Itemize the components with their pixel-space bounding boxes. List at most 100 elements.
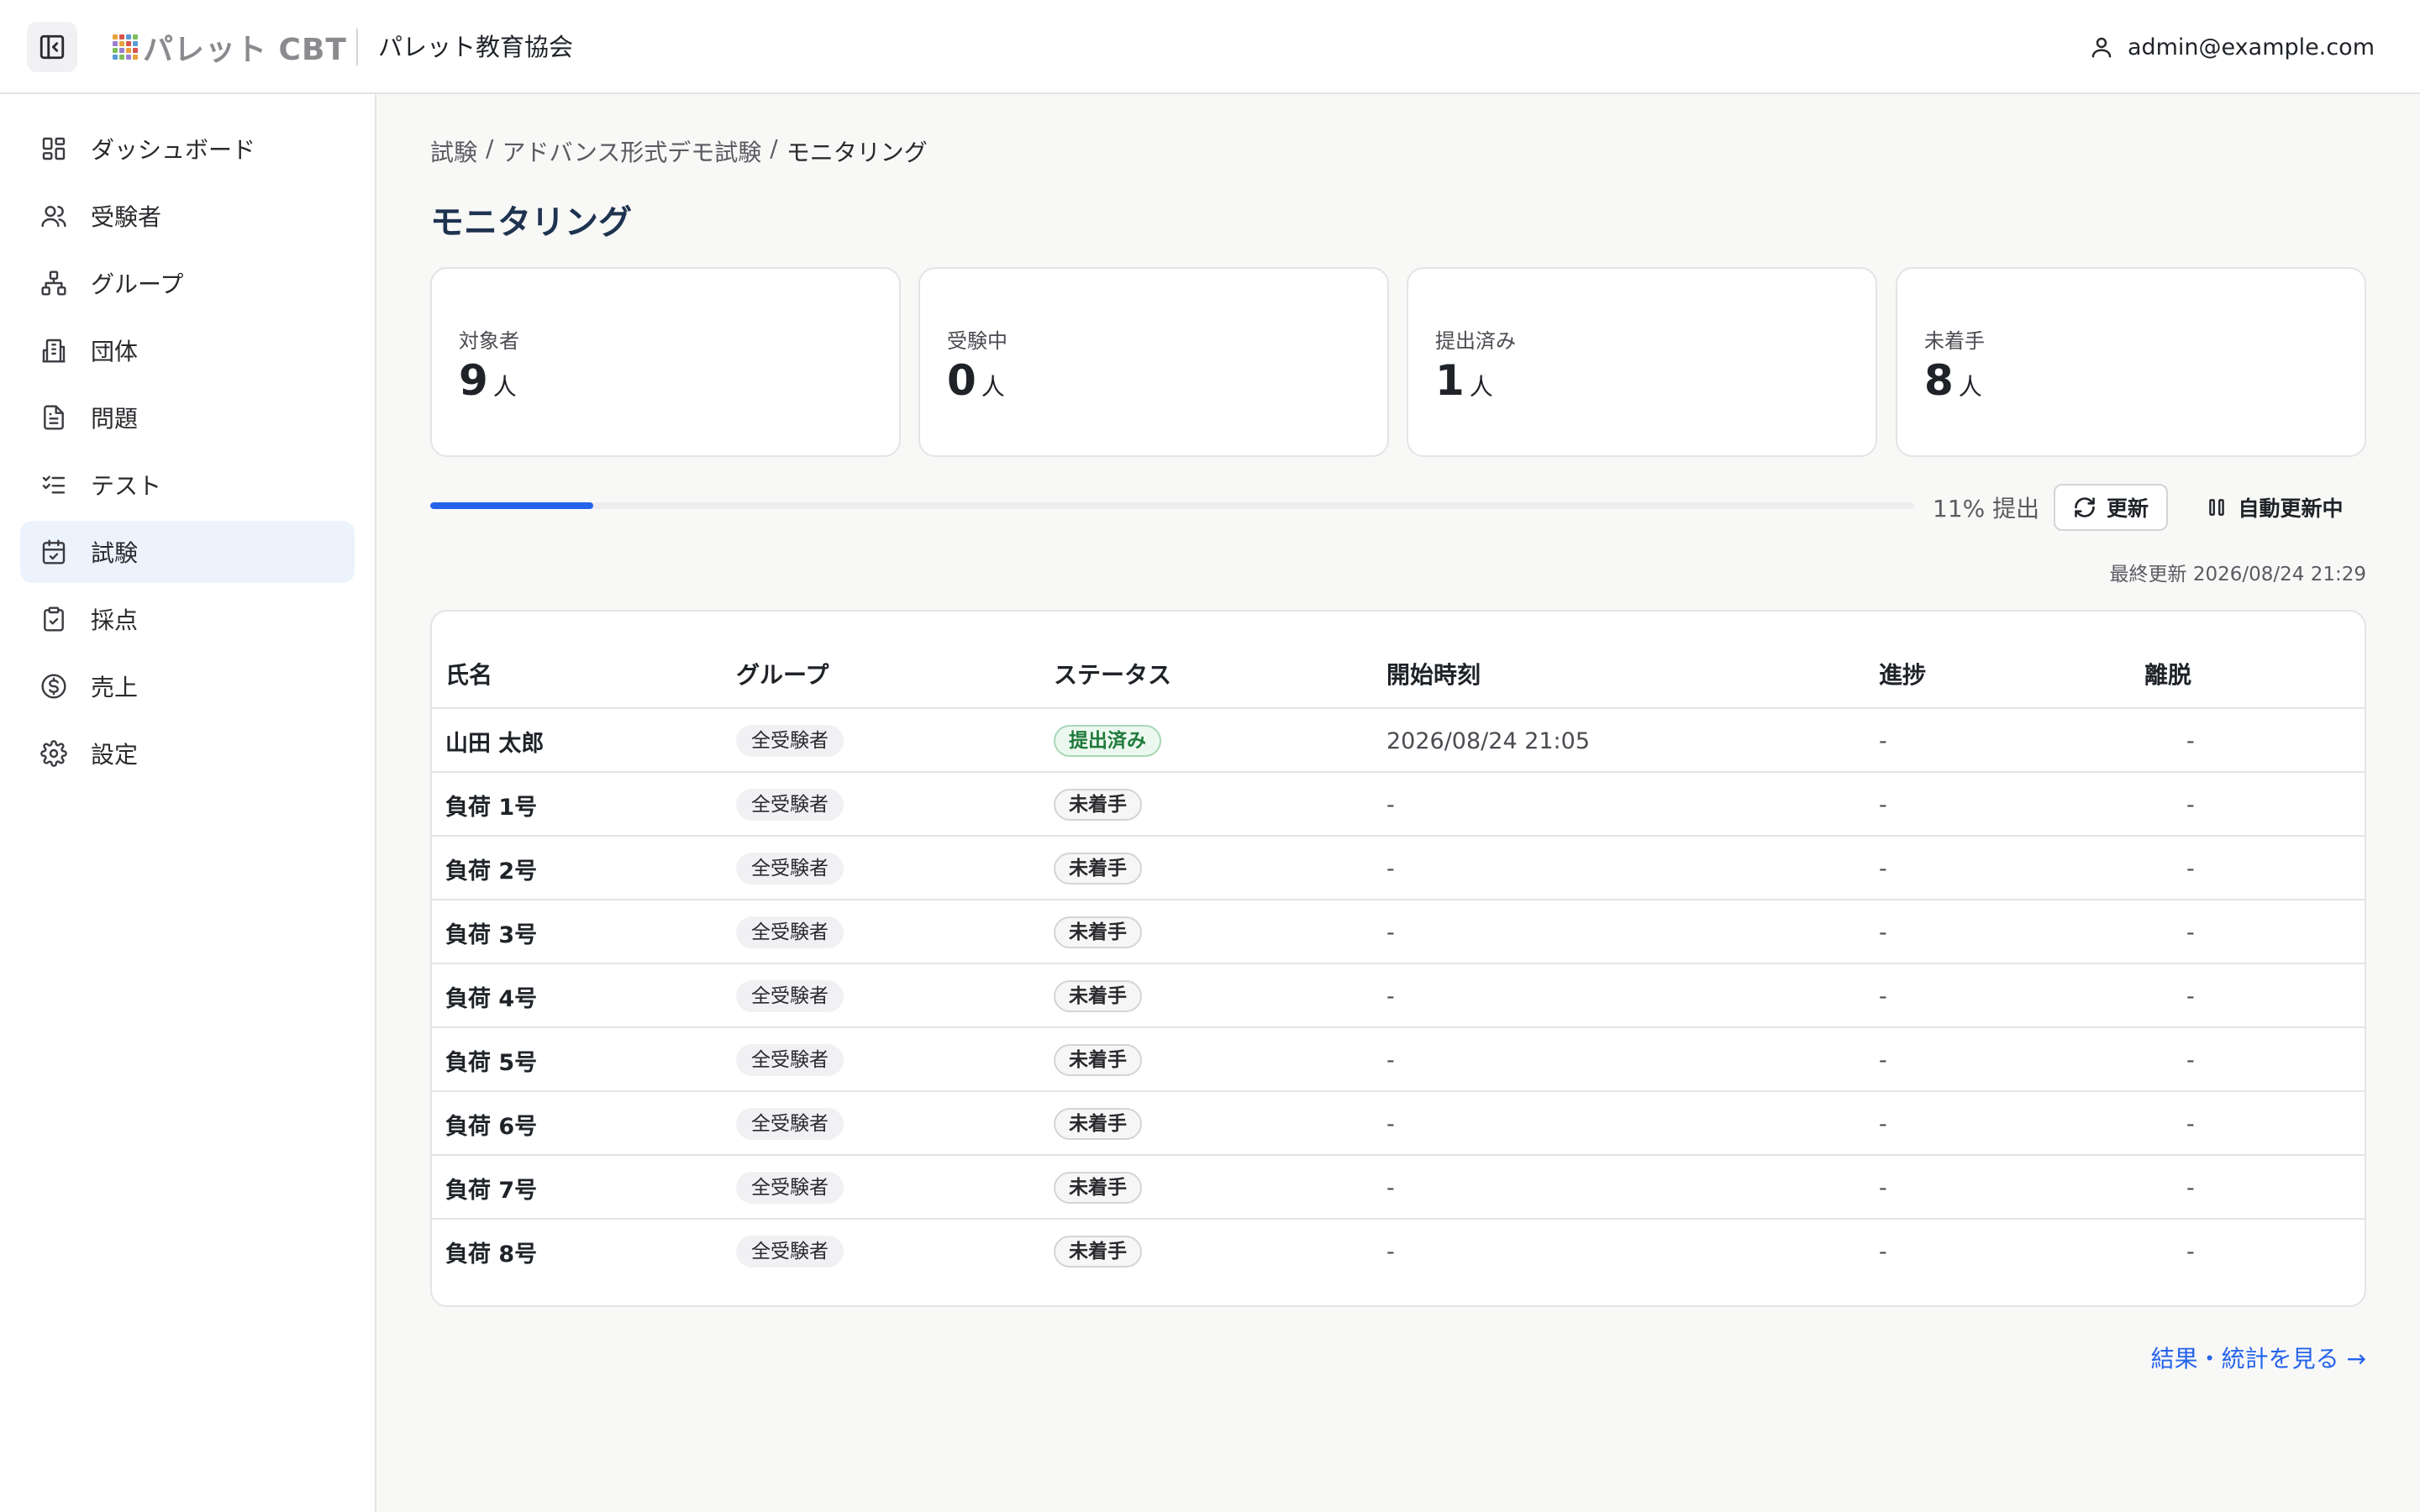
stat-unit: 人	[1958, 373, 1982, 401]
breadcrumb: 試験 / アドバンス形式デモ試験 / モニタリング	[430, 134, 928, 168]
sidebar-item-label: 試験	[91, 539, 139, 567]
cell-leave: -	[2186, 1174, 2195, 1201]
page-title: モニタリング	[430, 203, 632, 242]
table-row[interactable]: 負荷 5号 全受験者 未着手 - - -	[432, 1026, 2365, 1092]
view-results-link[interactable]: 結果・統計を見る →	[2151, 1341, 2366, 1374]
cell-leave: -	[2186, 1047, 2195, 1074]
refresh-label: 更新	[2106, 496, 2149, 521]
gear-icon	[40, 740, 67, 767]
cell-group: 全受験者	[736, 964, 844, 1028]
sidebar-toggle-button[interactable]	[27, 22, 77, 72]
progress-text: 11% 提出	[1933, 495, 2040, 522]
cell-status: 未着手	[1054, 900, 1142, 964]
sidebar-item-settings[interactable]: 設定	[20, 722, 355, 785]
status-badge: 未着手	[1054, 853, 1142, 885]
sidebar-item-label: グループ	[91, 270, 184, 298]
sidebar: ダッシュボード 受験者 グループ 団体 問題 テスト 試験 採点 売上 設定	[0, 94, 376, 1512]
stat-label: 受験中	[947, 329, 1007, 353]
cell-name: 山田 太郎	[445, 730, 544, 757]
cell-status: 未着手	[1054, 1092, 1142, 1156]
column-header-name: 氏名	[445, 661, 493, 689]
cell-status: 未着手	[1054, 964, 1142, 1028]
status-badge: 未着手	[1054, 1236, 1142, 1268]
sidebar-item-dashboard[interactable]: ダッシュボード	[20, 118, 355, 180]
table-row[interactable]: 負荷 4号 全受験者 未着手 - - -	[432, 963, 2365, 1028]
stat-label: 提出済み	[1435, 329, 1516, 353]
cell-progress: -	[1879, 791, 1887, 818]
cell-status: 未着手	[1054, 837, 1142, 900]
status-badge: 未着手	[1054, 980, 1142, 1012]
user-menu[interactable]: admin@example.com	[2089, 29, 2375, 66]
cell-progress: -	[1879, 1238, 1887, 1265]
sidebar-item-exams[interactable]: 試験	[20, 521, 355, 583]
cell-status: 未着手	[1054, 1028, 1142, 1092]
refresh-button[interactable]: 更新	[2054, 484, 2168, 531]
sidebar-item-grading[interactable]: 採点	[20, 588, 355, 650]
auto-refresh-toggle[interactable]: 自動更新中	[2195, 484, 2354, 531]
cell-leave: -	[2186, 919, 2195, 946]
app-header: パレット CBT パレット教育協会 admin@example.com	[0, 0, 2420, 94]
app-logo[interactable]: パレット CBT	[113, 27, 347, 67]
cell-progress: -	[1879, 919, 1887, 946]
cell-name: 負荷 7号	[445, 1177, 538, 1204]
stat-value: 1 人	[1435, 356, 1493, 405]
palette-logo-icon	[113, 34, 138, 60]
table-row[interactable]: 負荷 8号 全受験者 未着手 - - -	[432, 1218, 2365, 1284]
table-row[interactable]: 山田 太郎 全受験者 提出済み 2026/08/24 21:05 - -	[432, 707, 2365, 773]
status-badge: 提出済み	[1054, 725, 1161, 757]
stat-card-target: 対象者 9 人	[430, 267, 901, 457]
cell-name: 負荷 1号	[445, 794, 538, 821]
stat-value: 9 人	[459, 356, 517, 405]
cell-start-time: -	[1386, 1174, 1395, 1201]
cell-leave: -	[2186, 791, 2195, 818]
cell-start-time: -	[1386, 791, 1395, 818]
cell-progress: -	[1879, 1047, 1887, 1074]
breadcrumb-separator: /	[486, 134, 494, 162]
table-row[interactable]: 負荷 3号 全受験者 未着手 - - -	[432, 899, 2365, 964]
cell-name: 負荷 6号	[445, 1113, 538, 1140]
sidebar-item-examinees[interactable]: 受験者	[20, 185, 355, 247]
column-header-progress: 進捗	[1879, 661, 1927, 689]
cell-progress: -	[1879, 983, 1887, 1010]
cell-name: 負荷 8号	[445, 1241, 538, 1268]
cell-name: 負荷 4号	[445, 985, 538, 1012]
breadcrumb-item-exams[interactable]: 試験	[430, 134, 477, 168]
cell-progress: -	[1879, 727, 1887, 754]
logo-text: パレット CBT	[143, 33, 347, 67]
table-row[interactable]: 負荷 7号 全受験者 未着手 - - -	[432, 1154, 2365, 1220]
group-badge: 全受験者	[736, 916, 844, 948]
column-header-leave: 離脱	[2144, 661, 2192, 689]
calendar-check-icon	[42, 539, 66, 564]
status-badge: 未着手	[1054, 1172, 1142, 1204]
stat-unit: 人	[1469, 373, 1493, 401]
dashboard-icon	[42, 137, 66, 160]
group-badge: 全受験者	[736, 1236, 844, 1268]
table-row[interactable]: 負荷 1号 全受験者 未着手 - - -	[432, 771, 2365, 835]
stat-number: 0	[947, 356, 976, 405]
group-badge: 全受験者	[736, 1044, 844, 1076]
status-badge: 未着手	[1054, 1108, 1142, 1140]
document-icon	[44, 405, 64, 430]
sidebar-item-tests[interactable]: テスト	[20, 454, 355, 516]
sidebar-item-label: 受験者	[91, 203, 162, 231]
table-row[interactable]: 負荷 2号 全受験者 未着手 - - -	[432, 835, 2365, 900]
table-row[interactable]: 負荷 6号 全受験者 未着手 - - -	[432, 1090, 2365, 1156]
sidebar-item-questions[interactable]: 問題	[20, 386, 355, 449]
cell-status: 未着手	[1054, 1220, 1142, 1284]
stat-card-in-progress: 受験中 0 人	[918, 267, 1389, 457]
cell-progress: -	[1879, 855, 1887, 882]
group-badge: 全受験者	[736, 1172, 844, 1204]
cell-status: 未着手	[1054, 1156, 1142, 1220]
breadcrumb-item-exam[interactable]: アドバンス形式デモ試験	[502, 134, 761, 168]
users-icon	[41, 206, 66, 228]
sidebar-item-organizations[interactable]: 団体	[20, 319, 355, 381]
refresh-icon	[2075, 497, 2095, 517]
network-icon	[41, 270, 66, 296]
cell-status: 提出済み	[1054, 709, 1161, 773]
group-badge: 全受験者	[736, 853, 844, 885]
sidebar-item-groups[interactable]: グループ	[20, 252, 355, 314]
stat-number: 9	[459, 356, 488, 405]
stat-number: 8	[1924, 356, 1954, 405]
sidebar-item-sales[interactable]: 売上	[20, 655, 355, 717]
checklist-icon	[42, 475, 66, 494]
